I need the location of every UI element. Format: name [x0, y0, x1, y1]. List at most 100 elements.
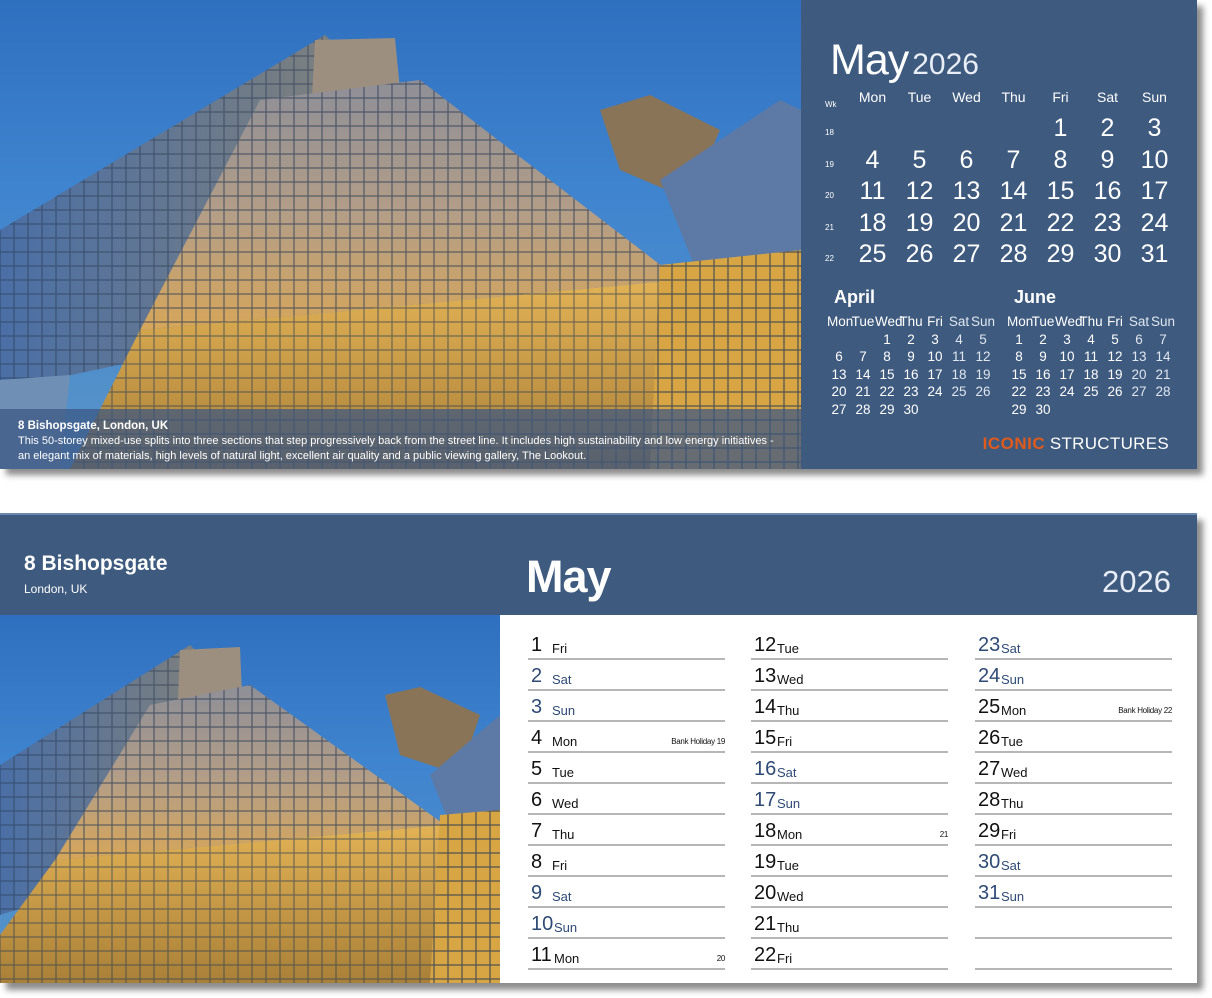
mini-day-cell[interactable]: 4 [947, 332, 971, 347]
mini-day-cell[interactable]: 3 [1055, 332, 1079, 347]
diary-day-row[interactable]: 5 Tue [528, 753, 725, 784]
mini-day-cell[interactable]: 19 [1103, 367, 1127, 382]
mini-day-cell[interactable]: 21 [1151, 367, 1175, 382]
mini-day-cell[interactable]: 16 [1031, 367, 1055, 382]
diary-day-row[interactable]: 21 Thu [751, 908, 948, 939]
day-cell[interactable]: 30 [1084, 240, 1131, 269]
mini-day-cell[interactable]: 24 [1055, 384, 1079, 399]
mini-day-cell[interactable]: 1 [1007, 332, 1031, 347]
day-cell[interactable]: 24 [1131, 209, 1178, 238]
mini-day-cell[interactable]: 9 [899, 349, 923, 364]
mini-day-cell[interactable]: 26 [1103, 384, 1127, 399]
day-cell[interactable]: 3 [1131, 114, 1178, 143]
diary-day-row[interactable]: 7 Thu [528, 815, 725, 846]
mini-day-cell[interactable]: 6 [827, 349, 851, 364]
mini-day-cell[interactable]: 25 [947, 384, 971, 399]
mini-day-cell[interactable]: 28 [851, 402, 875, 417]
mini-day-cell[interactable]: 15 [1007, 367, 1031, 382]
mini-day-cell[interactable]: 10 [923, 349, 947, 364]
mini-day-cell[interactable]: 13 [1127, 349, 1151, 364]
diary-day-row[interactable]: 15 Fri [751, 722, 948, 753]
day-cell[interactable]: 17 [1131, 177, 1178, 206]
mini-day-cell[interactable]: 24 [923, 384, 947, 399]
diary-day-row[interactable]: 26 Tue [975, 722, 1172, 753]
day-cell[interactable]: 4 [849, 146, 896, 175]
day-cell[interactable]: 12 [896, 177, 943, 206]
diary-day-row[interactable]: 31 Sun [975, 877, 1172, 908]
mini-day-cell[interactable]: 30 [899, 402, 923, 417]
day-cell[interactable]: 26 [896, 240, 943, 269]
diary-day-row[interactable]: 4 Mon Bank Holiday 19 [528, 722, 725, 753]
day-cell[interactable]: 10 [1131, 146, 1178, 175]
day-cell[interactable]: 29 [1037, 240, 1084, 269]
diary-day-row[interactable]: 18 Mon 21 [751, 815, 948, 846]
diary-day-row[interactable]: 12 Tue [751, 629, 948, 660]
mini-day-cell[interactable]: 2 [899, 332, 923, 347]
mini-day-cell[interactable]: 28 [1151, 384, 1175, 399]
diary-day-row[interactable] [975, 939, 1172, 970]
day-cell[interactable]: 20 [943, 209, 990, 238]
diary-day-row[interactable]: 13 Wed [751, 660, 948, 691]
mini-day-cell[interactable]: 25 [1079, 384, 1103, 399]
mini-day-cell[interactable]: 18 [947, 367, 971, 382]
day-cell[interactable]: 21 [990, 209, 1037, 238]
day-cell[interactable]: 27 [943, 240, 990, 269]
diary-day-row[interactable]: 9 Sat [528, 877, 725, 908]
day-cell[interactable]: 19 [896, 209, 943, 238]
day-cell[interactable]: 8 [1037, 146, 1084, 175]
mini-day-cell[interactable]: 5 [971, 332, 995, 347]
diary-day-row[interactable]: 23 Sat [975, 629, 1172, 660]
mini-day-cell[interactable]: 27 [1127, 384, 1151, 399]
day-cell[interactable]: 25 [849, 240, 896, 269]
diary-day-row[interactable]: 10 Sun [528, 908, 725, 939]
diary-day-row[interactable]: 3 Sun [528, 691, 725, 722]
mini-day-cell[interactable]: 3 [923, 332, 947, 347]
mini-day-cell[interactable]: 26 [971, 384, 995, 399]
day-cell[interactable]: 16 [1084, 177, 1131, 206]
mini-day-cell[interactable]: 2 [1031, 332, 1055, 347]
mini-day-cell[interactable]: 1 [875, 332, 899, 347]
mini-day-cell[interactable]: 29 [875, 402, 899, 417]
mini-day-cell[interactable]: 14 [851, 367, 875, 382]
diary-day-row[interactable]: 28 Thu [975, 784, 1172, 815]
day-cell[interactable]: 28 [990, 240, 1037, 269]
mini-day-cell[interactable]: 12 [1103, 349, 1127, 364]
mini-day-cell[interactable]: 12 [971, 349, 995, 364]
mini-day-cell[interactable]: 17 [1055, 367, 1079, 382]
diary-day-row[interactable]: 20 Wed [751, 877, 948, 908]
day-cell[interactable]: 9 [1084, 146, 1131, 175]
diary-day-row[interactable]: 30 Sat [975, 846, 1172, 877]
day-cell[interactable]: 23 [1084, 209, 1131, 238]
diary-day-row[interactable]: 17 Sun [751, 784, 948, 815]
mini-day-cell[interactable]: 8 [875, 349, 899, 364]
diary-day-row[interactable] [975, 908, 1172, 939]
diary-day-row[interactable]: 2 Sat [528, 660, 725, 691]
diary-day-row[interactable]: 8 Fri [528, 846, 725, 877]
diary-day-row[interactable]: 1 Fri [528, 629, 725, 660]
day-cell[interactable]: 1 [1037, 114, 1084, 143]
mini-day-cell[interactable]: 16 [899, 367, 923, 382]
mini-day-cell[interactable]: 5 [1103, 332, 1127, 347]
mini-day-cell[interactable]: 27 [827, 402, 851, 417]
mini-day-cell[interactable]: 23 [1031, 384, 1055, 399]
day-cell[interactable]: 18 [849, 209, 896, 238]
diary-day-row[interactable]: 6 Wed [528, 784, 725, 815]
mini-day-cell[interactable]: 20 [1127, 367, 1151, 382]
day-cell[interactable]: 13 [943, 177, 990, 206]
diary-day-row[interactable]: 29 Fri [975, 815, 1172, 846]
diary-day-row[interactable]: 11 Mon 20 [528, 939, 725, 970]
diary-day-row[interactable]: 27 Wed [975, 753, 1172, 784]
mini-day-cell[interactable]: 7 [851, 349, 875, 364]
day-cell[interactable]: 7 [990, 146, 1037, 175]
day-cell[interactable]: 14 [990, 177, 1037, 206]
day-cell[interactable]: 6 [943, 146, 990, 175]
diary-day-row[interactable]: 19 Tue [751, 846, 948, 877]
mini-day-cell[interactable]: 6 [1127, 332, 1151, 347]
mini-day-cell[interactable]: 29 [1007, 402, 1031, 417]
diary-day-row[interactable]: 24 Sun [975, 660, 1172, 691]
mini-day-cell[interactable]: 4 [1079, 332, 1103, 347]
diary-day-row[interactable]: 25 Mon Bank Holiday 22 [975, 691, 1172, 722]
day-cell[interactable]: 2 [1084, 114, 1131, 143]
mini-day-cell[interactable]: 22 [1007, 384, 1031, 399]
mini-day-cell[interactable]: 21 [851, 384, 875, 399]
